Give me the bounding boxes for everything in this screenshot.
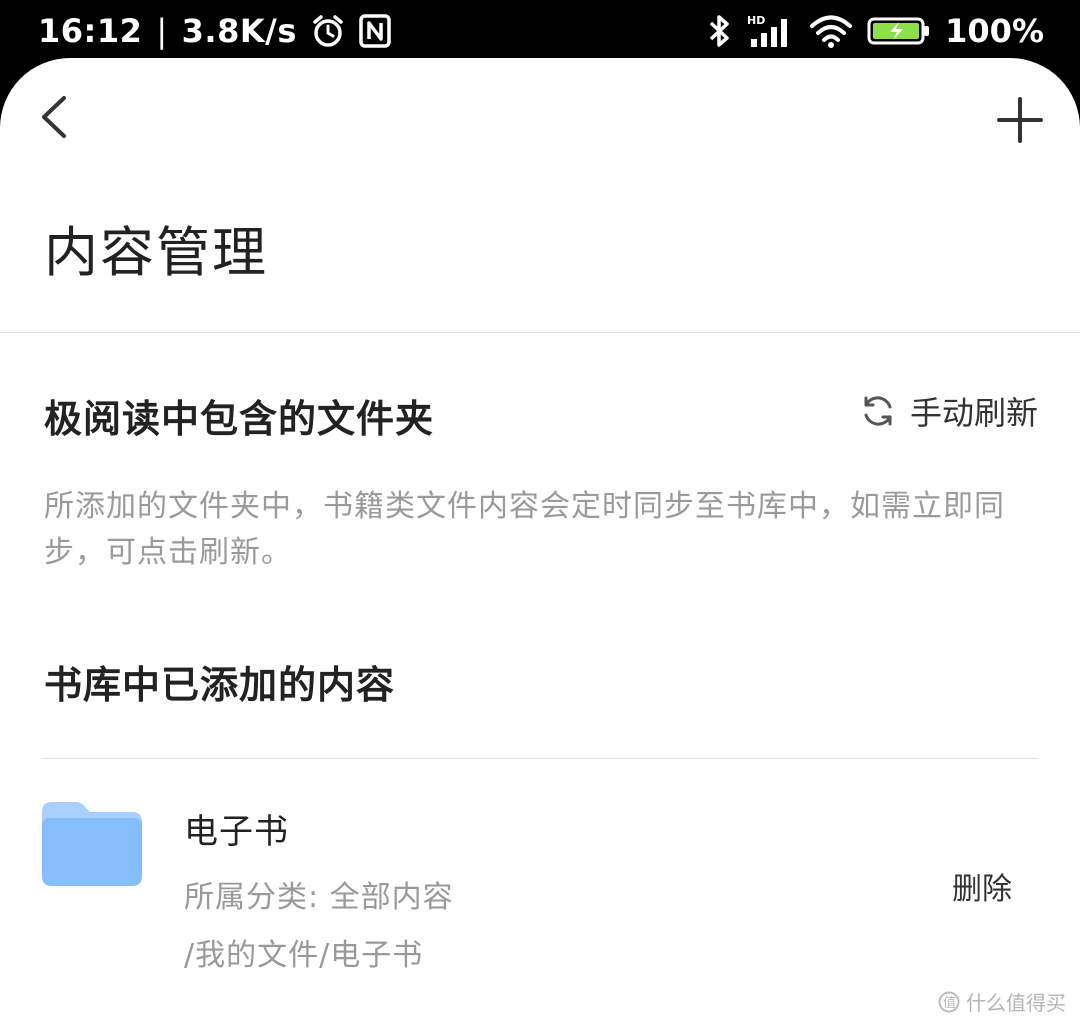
status-bar-left: 16:12 | 3.8K/s: [38, 12, 391, 50]
svg-text:HD: HD: [747, 14, 765, 27]
battery-charging-icon: [867, 15, 931, 47]
folders-section-title: 极阅读中包含的文件夹: [44, 397, 435, 441]
divider: [0, 332, 1080, 333]
library-item[interactable]: 电子书 所属分类: 全部内容 /我的文件/电子书 删除: [0, 760, 1080, 1020]
top-nav: [0, 58, 1080, 178]
item-name: 电子书: [184, 812, 289, 852]
manual-refresh-button[interactable]: 手动刷新: [860, 388, 1038, 434]
status-bar-right: HD 100%: [707, 12, 1044, 50]
wifi-icon: [809, 13, 853, 49]
item-path: /我的文件/电子书: [184, 938, 424, 973]
add-button[interactable]: [996, 96, 1044, 144]
content-sheet: 内容管理 极阅读中包含的文件夹 手动刷新 所添加的文件夹中，书籍类文件内容会定时…: [0, 58, 1080, 1024]
folder-icon: [42, 802, 142, 886]
hd-signal-icon: HD: [747, 13, 795, 49]
zhi-icon: 值: [938, 991, 960, 1013]
status-time: 16:12: [38, 12, 143, 50]
svg-text:值: 值: [943, 995, 956, 1011]
battery-percent: 100%: [945, 12, 1044, 50]
item-category: 所属分类: 全部内容: [184, 880, 454, 915]
watermark-text: 什么值得买: [966, 991, 1066, 1015]
back-button[interactable]: [36, 92, 76, 142]
folders-description: 所添加的文件夹中，书籍类文件内容会定时同步至书库中，如需立即同步，可点击刷新。: [44, 489, 1005, 570]
back-chevron-icon: [42, 96, 66, 138]
delete-button[interactable]: 删除: [952, 864, 1012, 908]
plus-icon: [997, 97, 1043, 143]
bluetooth-icon: [707, 13, 733, 49]
refresh-label: 手动刷新: [909, 394, 1038, 432]
alarm-icon: [311, 14, 345, 48]
divider: [42, 758, 1038, 759]
network-speed: 3.8K/s: [181, 12, 297, 50]
library-section-title: 书库中已添加的内容: [44, 663, 396, 707]
nfc-icon: [359, 14, 391, 48]
status-separator: |: [156, 12, 168, 50]
status-bar: 16:12 | 3.8K/s HD 100%: [0, 0, 1080, 62]
watermark: 值 什么值得买: [938, 987, 1066, 1016]
refresh-icon: [860, 393, 896, 429]
page-title: 内容管理: [44, 221, 268, 284]
